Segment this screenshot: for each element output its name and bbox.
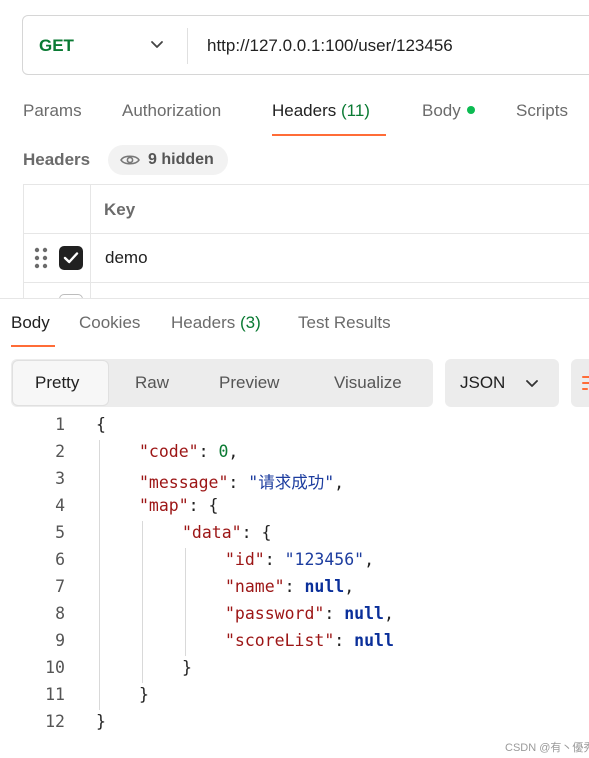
url-divider [187, 28, 188, 64]
body-content-dot [466, 106, 475, 114]
code-token: : [334, 631, 355, 650]
code-token: 0 [218, 442, 229, 461]
line-number: 10 [45, 658, 65, 677]
column-header-key: Key [104, 200, 136, 219]
code-token: "name" [225, 577, 285, 596]
code-line: } [96, 712, 106, 731]
line-number: 3 [55, 469, 65, 488]
response-tab-cookies[interactable]: Cookies [79, 313, 140, 333]
code-token: { [96, 415, 106, 434]
response-headers-count: (3) [240, 313, 261, 332]
eye-icon [120, 155, 140, 165]
response-tab-headers[interactable]: Headers (3) [171, 313, 261, 333]
code-token: "scoreList" [225, 631, 335, 650]
code-token: null [344, 604, 384, 623]
code-token: } [139, 685, 149, 704]
headers-count: (11) [341, 101, 370, 120]
code-line: "data": { [182, 523, 271, 542]
checkmark-icon [63, 252, 79, 264]
view-mode-pretty[interactable]: Pretty [35, 373, 79, 393]
code-token: : [198, 442, 219, 461]
active-response-tab-indicator [11, 345, 55, 347]
indent-guide [99, 440, 100, 710]
view-mode-visualize[interactable]: Visualize [334, 373, 402, 393]
tab-params[interactable]: Params [23, 101, 82, 121]
tab-authorization[interactable]: Authorization [122, 101, 221, 121]
code-token: null [354, 631, 394, 650]
headers-table: Key demo [23, 184, 589, 300]
chevron-down-icon[interactable] [147, 34, 167, 54]
code-line: "code": 0, [139, 442, 238, 461]
code-token: : { [241, 523, 272, 542]
code-line: "password": null, [225, 604, 394, 623]
tab-headers[interactable]: Headers (11) [272, 101, 370, 121]
line-number: 7 [55, 577, 65, 596]
line-number: 4 [55, 496, 65, 515]
code-line: "name": null, [225, 577, 354, 596]
indent-guide [142, 521, 143, 683]
code-line: "map": { [139, 496, 218, 515]
request-url-bar: GET http://127.0.0.1:100/user/123456 [22, 15, 589, 75]
line-number: 5 [55, 523, 65, 542]
code-token: "message" [139, 473, 229, 492]
code-line: } [139, 685, 149, 704]
drag-handle-icon[interactable] [34, 247, 48, 269]
code-token: : [284, 577, 305, 596]
code-token: : [264, 550, 285, 569]
code-token: null [304, 577, 345, 596]
tab-scripts[interactable]: Scripts [516, 101, 568, 121]
line-number: 12 [45, 712, 65, 731]
active-tab-indicator [272, 134, 386, 136]
code-token: "id" [225, 550, 265, 569]
code-token: , [364, 550, 375, 569]
code-token: : [324, 604, 345, 623]
table-divider [24, 282, 589, 283]
view-mode-raw[interactable]: Raw [135, 373, 169, 393]
code-token: , [334, 473, 345, 492]
code-line: "id": "123456", [225, 550, 374, 569]
filter-lines-icon [582, 376, 589, 390]
response-tab-test-results[interactable]: Test Results [298, 313, 391, 333]
hidden-headers-toggle[interactable]: 9 hidden [108, 145, 228, 175]
code-token: "123456" [284, 550, 365, 569]
line-number: 9 [55, 631, 65, 650]
code-line: "message": "请求成功", [139, 469, 344, 493]
line-number: 1 [55, 415, 65, 434]
code-token: "map" [139, 496, 189, 515]
header-key-cell[interactable]: demo [105, 248, 148, 268]
code-token: } [96, 712, 106, 731]
line-number: 2 [55, 442, 65, 461]
code-line: } [182, 658, 192, 677]
indent-guide [185, 548, 186, 656]
response-tab-body[interactable]: Body [11, 313, 50, 333]
table-divider [24, 233, 589, 234]
chevron-down-icon [526, 380, 538, 387]
url-input[interactable]: http://127.0.0.1:100/user/123456 [207, 36, 453, 56]
code-token: : [228, 473, 249, 492]
code-token: , [383, 604, 394, 623]
code-line: "scoreList": null [225, 631, 394, 650]
hidden-count-label: 9 hidden [148, 151, 214, 168]
code-token: } [182, 658, 192, 677]
watermark: CSDN @有丶優秀 [505, 742, 589, 754]
code-token: , [228, 442, 239, 461]
code-line: { [96, 415, 106, 434]
line-number: 11 [45, 685, 65, 704]
tab-body[interactable]: Body [422, 101, 475, 121]
line-number: 8 [55, 604, 65, 623]
code-token: "data" [182, 523, 242, 542]
format-label: JSON [460, 373, 506, 392]
line-number: 6 [55, 550, 65, 569]
code-token: "code" [139, 442, 199, 461]
headers-section-title: Headers [23, 150, 91, 169]
code-token: : { [188, 496, 219, 515]
view-mode-preview[interactable]: Preview [219, 373, 279, 393]
code-token: "password" [225, 604, 325, 623]
header-enabled-checkbox[interactable] [59, 246, 83, 270]
method-select[interactable]: GET [39, 36, 74, 56]
code-token: , [344, 577, 355, 596]
code-token: "请求成功" [248, 473, 335, 492]
